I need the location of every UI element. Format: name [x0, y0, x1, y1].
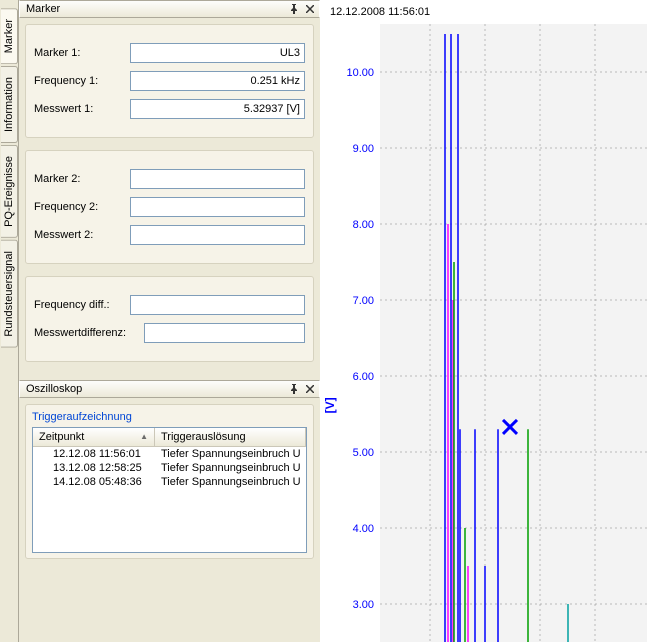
pin-icon[interactable] [287, 2, 301, 16]
frequency1-label: Frequency 1: [34, 75, 130, 87]
frequency-diff-label: Frequency diff.: [34, 299, 130, 311]
svg-text:6.00: 6.00 [353, 371, 374, 383]
close-icon[interactable] [303, 382, 317, 396]
frequency-diff-input[interactable] [130, 295, 305, 315]
svg-text:3.00: 3.00 [353, 599, 374, 611]
oszilloskop-panel: Oszilloskop Triggeraufzeichnung [19, 380, 320, 565]
svg-text:7.00: 7.00 [353, 295, 374, 307]
frequency1-input[interactable] [130, 71, 305, 91]
col-triggerausloesung[interactable]: Triggerauslösung [155, 428, 306, 446]
messwert2-input[interactable] [130, 225, 305, 245]
frequency2-input[interactable] [130, 197, 305, 217]
marker1-input[interactable] [130, 43, 305, 63]
spectrum-chart[interactable]: 3.00 4.00 5.00 6.00 7.00 8.00 9.00 10.00 [V] [320, 24, 647, 642]
trigger-list[interactable]: Zeitpunkt ▲ Triggerauslösung 12.12.08 11… [32, 427, 307, 553]
chart-timestamp: 12.12.2008 11:56:01 [330, 6, 430, 18]
tab-pq-ereignisse[interactable]: PQ-Ereignisse [1, 145, 18, 238]
marker-group-diff: Frequency diff.: Messwertdifferenz: [25, 276, 314, 362]
svg-text:4.00: 4.00 [353, 523, 374, 535]
frequency2-label: Frequency 2: [34, 201, 130, 213]
table-row[interactable]: 13.12.08 12:58:25Tiefer Spannungseinbruc… [33, 461, 306, 475]
marker1-label: Marker 1: [34, 47, 130, 59]
marker2-input[interactable] [130, 169, 305, 189]
svg-text:8.00: 8.00 [353, 219, 374, 231]
messwertdiff-label: Messwertdifferenz: [34, 327, 144, 339]
marker2-label: Marker 2: [34, 173, 130, 185]
messwert1-input[interactable] [130, 99, 305, 119]
pin-icon[interactable] [287, 382, 301, 396]
svg-text:10.00: 10.00 [346, 67, 374, 79]
marker-group-1: Marker 1: Frequency 1: Messwert 1: [25, 24, 314, 138]
tab-information[interactable]: Information [1, 66, 18, 143]
trigger-title: Triggeraufzeichnung [32, 411, 307, 423]
messwert2-label: Messwert 2: [34, 229, 130, 241]
sort-asc-icon: ▲ [140, 432, 148, 441]
svg-text:9.00: 9.00 [353, 143, 374, 155]
oszilloskop-panel-title: Oszilloskop [26, 383, 287, 395]
close-icon[interactable] [303, 2, 317, 16]
table-row[interactable]: 12.12.08 11:56:01Tiefer Spannungseinbruc… [33, 447, 306, 461]
messwert1-label: Messwert 1: [34, 103, 130, 115]
svg-text:5.00: 5.00 [353, 447, 374, 459]
svg-text:[V]: [V] [323, 397, 337, 413]
marker-panel-title: Marker [26, 3, 287, 15]
side-tabs: Marker Information PQ-Ereignisse Rundste… [0, 0, 18, 642]
chart-area[interactable]: 12.12.2008 11:56:01 3.00 4.00 5.00 6.00 7.00… [320, 0, 647, 642]
marker-group-2: Marker 2: Frequency 2: Messwert 2: [25, 150, 314, 264]
messwertdiff-input[interactable] [144, 323, 305, 343]
marker-panel: Marker Marker 1: [19, 0, 320, 380]
col-zeitpunkt[interactable]: Zeitpunkt ▲ [33, 428, 155, 446]
tab-rundsteuersignal[interactable]: Rundsteuersignal [1, 240, 18, 348]
tab-marker[interactable]: Marker [1, 8, 18, 64]
table-row[interactable]: 14.12.08 05:48:36Tiefer Spannungseinbruc… [33, 475, 306, 489]
